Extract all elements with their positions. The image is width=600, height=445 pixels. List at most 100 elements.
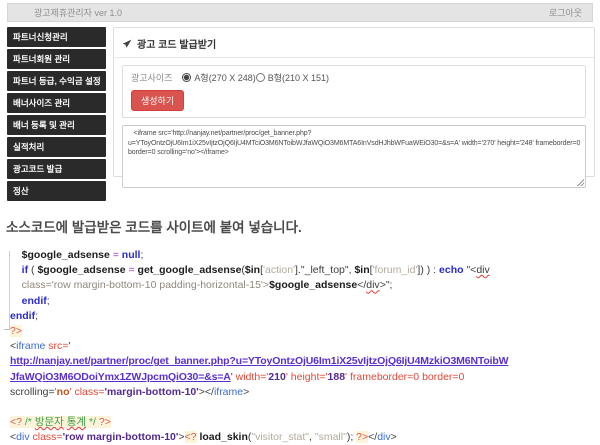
code-line: endif; — [10, 309, 600, 324]
sidebar-item[interactable]: 파트너 등급, 수익금 설정 — [7, 71, 106, 91]
code-token: class='row margin-bottom-10 padding-hori… — [22, 279, 269, 291]
code-line: endif; — [10, 294, 600, 309]
code-token: </ — [357, 279, 366, 291]
code-token — [10, 279, 22, 291]
code-token: frameborder=0 — [350, 371, 419, 383]
code-token: 188 — [328, 371, 346, 383]
code-line: <iframe src=' — [10, 339, 600, 354]
code-token: /* — [25, 416, 35, 428]
code-line: JfaWQiO3M6ODoiYmx1ZWJpcmQiO30=&s=A' widt… — [10, 370, 600, 385]
code-token: 통계 — [67, 416, 86, 428]
code-token: */ — [86, 416, 96, 428]
code-token: div — [16, 431, 29, 443]
code-token: ; — [47, 295, 50, 307]
code-token: 방문자 — [35, 416, 64, 428]
code-token: scrolling= — [10, 386, 55, 398]
code-token — [10, 401, 13, 413]
code-token: > — [391, 431, 397, 443]
content-panel: 광고 코드 발급받기 광고사이즈 A형(270 X 248) B형(210 X … — [113, 27, 595, 177]
code-token: div — [476, 264, 489, 276]
code-token: ]."_left_top", — [295, 264, 354, 276]
radio-size-a-label: A형(270 X 248) — [194, 71, 255, 84]
code-token: endif — [10, 310, 35, 322]
code-token: ></ — [199, 386, 214, 398]
code-token: get_google_adsense — [138, 264, 242, 276]
code-token: echo — [439, 264, 464, 276]
code-token: $google_adsense — [269, 279, 357, 291]
divider — [114, 57, 594, 58]
code-link[interactable]: http://nanjay.net/partner/proc/get_banne… — [10, 355, 508, 367]
code-token: ; — [140, 249, 143, 261]
code-token: border=0 — [422, 371, 464, 383]
code-token: 'row margin-bottom-10' — [63, 431, 179, 443]
textarea-line: border=0 scrolling='no'></iframe> — [128, 148, 580, 158]
code-token: class= — [33, 431, 63, 443]
code-token: 210 — [268, 371, 286, 383]
source-code: $google_adsense = null; if ( $google_ads… — [10, 248, 600, 445]
radio-size-b[interactable] — [256, 73, 265, 82]
code-token: ?> — [96, 416, 111, 428]
code-token: $google_adsense — [22, 249, 110, 261]
code-token: div — [377, 431, 390, 443]
code-token: ; — [35, 310, 38, 322]
logout-link[interactable]: 로그아웃 — [549, 6, 582, 19]
code-link[interactable]: JfaWQiO3M6ODoiYmx1ZWJpcmQiO30=&s=A — [10, 371, 231, 383]
sidebar-item[interactable]: 광고코드 발급 — [7, 159, 106, 179]
textarea-content: <iframe src='http://nanjay.net/partner/p… — [128, 129, 580, 158]
radio-size-a[interactable] — [182, 73, 191, 82]
radio-size-b-label: B형(210 X 151) — [268, 71, 329, 84]
code-token: height=' — [291, 371, 328, 383]
sidebar-item[interactable]: 실적처리 — [7, 137, 106, 157]
code-token: 'forum_id' — [373, 264, 418, 276]
send-icon — [122, 39, 132, 49]
code-token: $in — [354, 264, 369, 276]
code-token: <? — [185, 431, 197, 443]
code-token: ?> — [356, 431, 368, 443]
instruction-text: 소스코드에 발급받은 코드를 사이트에 붙여 넣습니다. — [6, 216, 600, 236]
code-token: class= — [74, 386, 104, 398]
sidebar-item[interactable]: 배너 등록 및 관리 — [7, 115, 106, 135]
sidebar-item[interactable]: 파트너회원 관리 — [7, 49, 106, 69]
generate-button[interactable]: 생성하기 — [131, 90, 184, 111]
code-token: iframe — [214, 386, 243, 398]
textarea-line: <iframe src='http://nanjay.net/partner/p… — [128, 129, 580, 139]
code-token: $in — [245, 264, 260, 276]
code-token: 'margin-bottom-10' — [105, 386, 199, 398]
code-token: ]) ) : — [417, 264, 439, 276]
textarea-line: u=YToyOntzOjU6Im1iX25vIjtzOjQ6IjU4MTciO3… — [128, 139, 580, 149]
code-token: src= — [48, 340, 68, 352]
code-token: ?> — [10, 325, 22, 337]
fold-dash-icon — [4, 329, 10, 330]
code-token: > — [178, 431, 184, 443]
code-token: ); — [347, 431, 356, 443]
code-token: null — [122, 249, 141, 261]
panel-title-label: 광고 코드 발급받기 — [137, 36, 216, 51]
code-token: > — [243, 386, 249, 398]
panel-title: 광고 코드 발급받기 — [122, 36, 586, 51]
code-textarea[interactable]: <iframe src='http://nanjay.net/partner/p… — [122, 125, 586, 188]
code-line: http://nanjay.net/partner/proc/get_banne… — [10, 354, 600, 369]
code-line: <div class='row margin-bottom-10'><? loa… — [10, 430, 600, 445]
code-token: ' — [68, 340, 70, 352]
code-token: >"; — [380, 279, 393, 291]
header-bar: 광고제휴관리자 ver 1.0 로그아웃 — [7, 3, 593, 22]
resize-grip-icon[interactable] — [576, 178, 584, 186]
code-line — [10, 400, 600, 415]
code-line: class='row margin-bottom-10 padding-hori… — [10, 278, 600, 293]
indent-guide — [9, 251, 10, 329]
code-token: "visitor_stat" — [251, 431, 309, 443]
code-line: $google_adsense = null; — [10, 248, 600, 263]
code-token — [10, 295, 22, 307]
code-token: "< — [464, 264, 477, 276]
sidebar-item[interactable]: 파트너신청관리 — [7, 27, 106, 47]
code-token: $google_adsense — [37, 264, 125, 276]
code-line: ?> — [10, 324, 600, 339]
sidebar-item[interactable]: 배너사이즈 관리 — [7, 93, 106, 113]
code-line: if ( $google_adsense = get_google_adsens… — [10, 263, 600, 278]
code-token: endif — [22, 295, 47, 307]
code-token: width=' — [236, 371, 269, 383]
admin-app: 광고제휴관리자 ver 1.0 로그아웃 파트너신청관리파트너회원 관리파트너 … — [0, 0, 600, 203]
ad-size-box: 광고사이즈 A형(270 X 248) B형(210 X 151) 생성하기 — [122, 65, 586, 118]
code-token: "small" — [315, 431, 347, 443]
sidebar-item[interactable]: 정산 — [7, 181, 106, 201]
